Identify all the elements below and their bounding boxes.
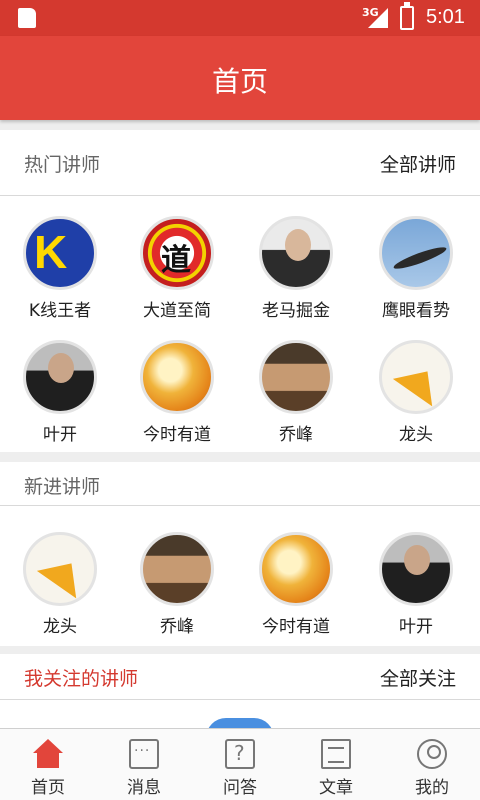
teacher-avatar xyxy=(23,216,97,290)
tab-articles[interactable]: 文章 xyxy=(288,729,384,800)
tab-label: 问答 xyxy=(223,778,257,798)
section-header: 我关注的讲师 全部关注 xyxy=(0,654,480,700)
tab-label: 文章 xyxy=(319,778,353,798)
teacher-avatar xyxy=(140,216,214,290)
status-bar: 3G 5:01 xyxy=(0,0,480,36)
all-follows-link[interactable]: 全部关注 xyxy=(380,664,456,691)
teacher-avatar xyxy=(23,532,97,606)
teacher-name: K线王者 xyxy=(28,301,92,321)
teacher-avatar xyxy=(259,340,333,414)
all-teachers-link[interactable]: 全部讲师 xyxy=(380,150,456,177)
section-header: 新进讲师 xyxy=(0,462,480,506)
teacher-item[interactable]: 老马掘金 xyxy=(236,216,356,321)
teacher-name: 乔峰 xyxy=(160,617,194,637)
section-header: 热门讲师 全部讲师 xyxy=(0,130,480,196)
section-title-new: 新进讲师 xyxy=(24,476,101,498)
teacher-avatar xyxy=(379,216,453,290)
home-icon xyxy=(33,739,63,769)
article-icon xyxy=(321,739,351,769)
teacher-item[interactable]: 乔峰 xyxy=(236,340,356,445)
clock: 5:01 xyxy=(426,6,465,28)
teacher-avatar xyxy=(140,532,214,606)
teacher-avatar xyxy=(379,532,453,606)
section-title-followed: 我关注的讲师 xyxy=(24,668,139,690)
teacher-avatar xyxy=(379,340,453,414)
tab-profile[interactable]: 我的 xyxy=(384,729,480,800)
tab-label: 消息 xyxy=(127,778,161,798)
hot-teachers-grid: K线王者 大道至简 老马掘金 鹰眼看势 叶开 今时有道 乔峰 龙头 xyxy=(0,196,480,452)
teacher-item[interactable]: 乔峰 xyxy=(117,532,237,637)
teacher-name: 鹰眼看势 xyxy=(382,301,450,321)
sd-card-icon xyxy=(18,8,36,28)
teacher-item[interactable]: 叶开 xyxy=(356,532,476,637)
teacher-name: 今时有道 xyxy=(262,617,330,637)
teacher-item[interactable]: K线王者 xyxy=(0,216,120,321)
teacher-avatar xyxy=(259,532,333,606)
teacher-item[interactable]: 龙头 xyxy=(0,532,120,637)
teacher-item[interactable]: 鹰眼看势 xyxy=(356,216,476,321)
battery-icon xyxy=(400,2,414,30)
new-teachers-grid: 龙头 乔峰 今时有道 叶开 xyxy=(0,506,480,646)
tab-label: 首页 xyxy=(31,778,65,798)
teacher-name: 大道至简 xyxy=(143,301,211,321)
teacher-name: 乔峰 xyxy=(279,425,313,445)
hot-teachers-section: 热门讲师 全部讲师 K线王者 大道至简 老马掘金 鹰眼看势 叶开 今时有道 xyxy=(0,130,480,452)
teacher-name: 龙头 xyxy=(399,425,433,445)
teacher-item[interactable]: 龙头 xyxy=(356,340,476,445)
page-title: 首页 xyxy=(211,65,268,98)
teacher-avatar xyxy=(23,340,97,414)
message-icon xyxy=(129,739,159,769)
teacher-name: 龙头 xyxy=(43,617,77,637)
tab-label: 我的 xyxy=(415,778,449,798)
title-bar: 首页 xyxy=(0,36,480,120)
teacher-item[interactable]: 大道至简 xyxy=(117,216,237,321)
teacher-name: 今时有道 xyxy=(143,425,211,445)
signal-icon xyxy=(368,8,388,28)
teacher-avatar xyxy=(140,340,214,414)
teacher-name: 叶开 xyxy=(43,425,77,445)
profile-icon xyxy=(417,739,447,769)
teacher-item[interactable]: 今时有道 xyxy=(236,532,356,637)
new-teachers-section: 新进讲师 龙头 乔峰 今时有道 叶开 xyxy=(0,462,480,646)
teacher-name: 叶开 xyxy=(399,617,433,637)
tab-qa[interactable]: 问答 xyxy=(192,729,288,800)
tab-messages[interactable]: 消息 xyxy=(96,729,192,800)
bottom-tab-bar: 首页 消息 问答 文章 我的 xyxy=(0,728,480,800)
section-title-hot: 热门讲师 xyxy=(24,154,101,176)
qa-icon xyxy=(225,739,255,769)
teacher-item[interactable]: 今时有道 xyxy=(117,340,237,445)
tab-home[interactable]: 首页 xyxy=(0,729,96,800)
teacher-item[interactable]: 叶开 xyxy=(0,340,120,445)
teacher-name: 老马掘金 xyxy=(262,301,330,321)
teacher-avatar xyxy=(259,216,333,290)
